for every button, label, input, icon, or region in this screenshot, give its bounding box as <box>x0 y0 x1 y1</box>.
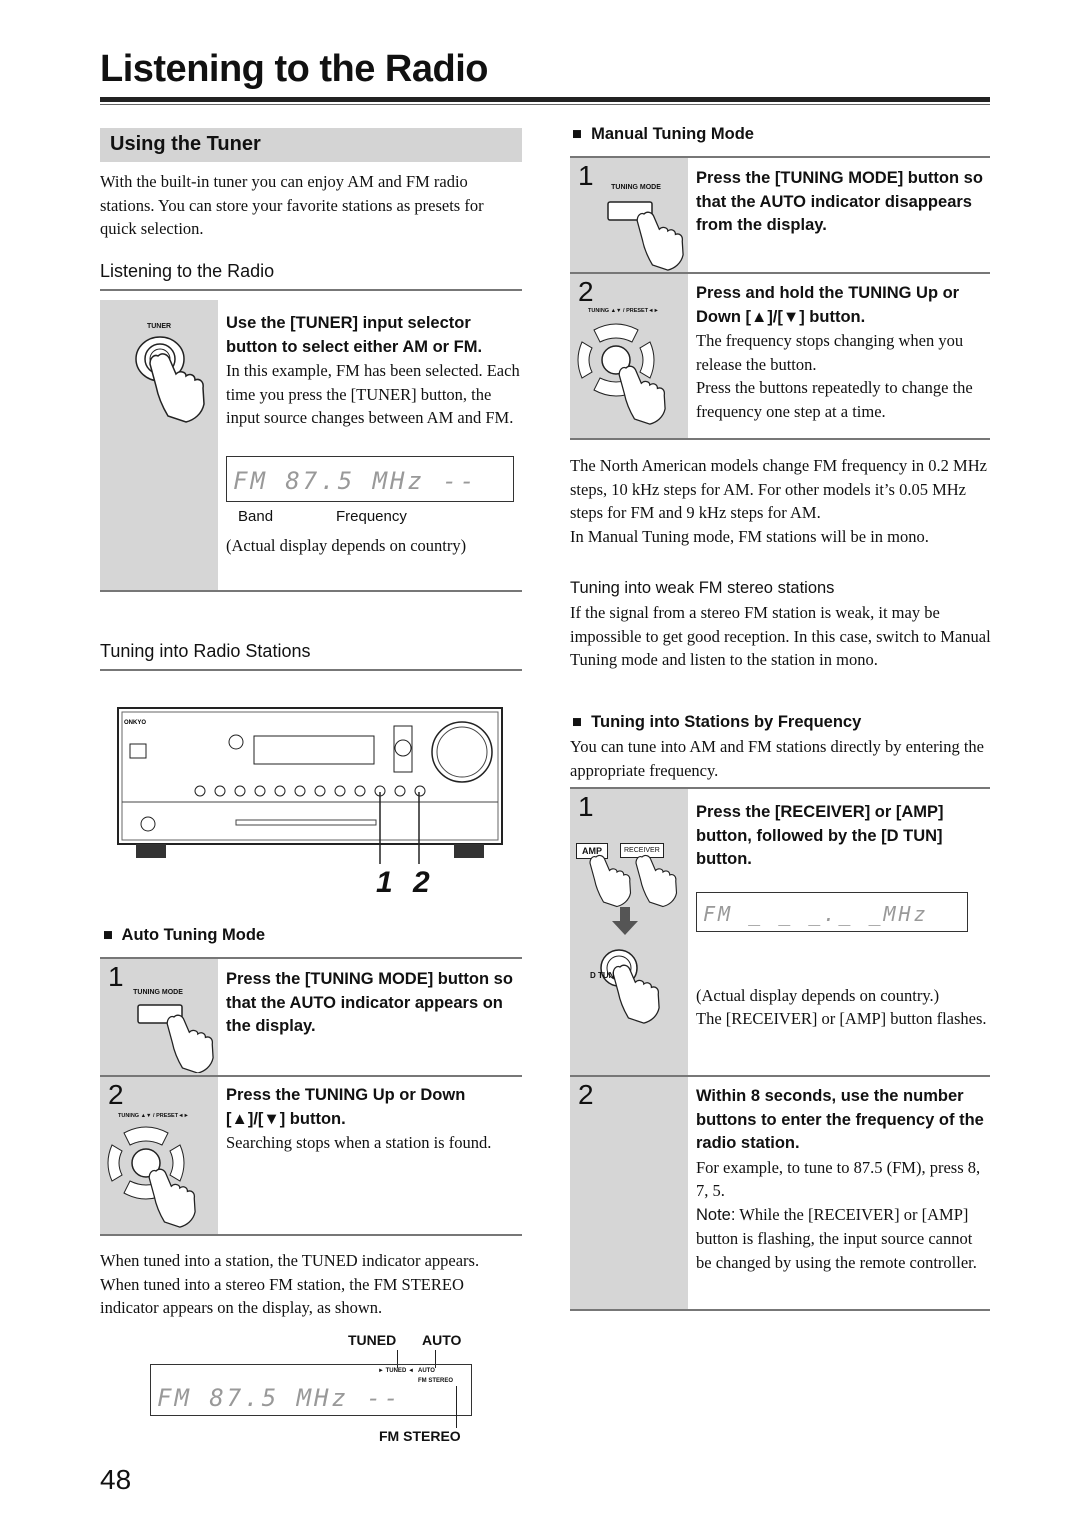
tuned-callout: TUNED <box>348 1332 397 1348</box>
frequency-tuning-intro: You can tune into AM and FM stations dir… <box>570 737 984 780</box>
step-number: 1 <box>578 160 594 191</box>
step-number: 2 <box>578 1079 594 1110</box>
tuning-preset-label: TUNING ▲▼ / PRESET◄► <box>118 1113 189 1119</box>
step-instruction: Use the [TUNER] input selector button to… <box>226 314 483 356</box>
step-instruction: Press the TUNING Up or Down [▲]/[▼] butt… <box>226 1086 466 1128</box>
callout-numbers: 1 2 <box>376 866 436 899</box>
divider <box>100 289 522 291</box>
page-number: 48 <box>100 1464 132 1495</box>
tuned-indicator-text: When tuned into a station, the TUNED ind… <box>100 1251 480 1317</box>
tuning-dpad-icon <box>577 323 666 425</box>
step-text: Searching stops when a station is found. <box>226 1133 492 1152</box>
tuner-button-label: TUNER <box>146 323 172 330</box>
tuner-button-icon <box>135 336 205 423</box>
tuning-mode-button-icon <box>607 201 684 271</box>
step-instruction: Press the [TUNING MODE] button so that t… <box>226 970 513 1035</box>
receiver-front-panel-image: ONKYO <box>117 707 503 864</box>
note-body: While the [RECEIVER] or [AMP] button is … <box>696 1204 977 1272</box>
note-text: Note: While the [RECEIVER] or [AMP] butt… <box>696 1203 990 1275</box>
step-number: 2 <box>578 276 594 307</box>
auto-callout: AUTO <box>422 1332 462 1348</box>
manual-tuning-heading-text: Manual Tuning Mode <box>591 125 754 143</box>
button-press-illustration <box>589 854 678 1024</box>
manual-tuning-heading: ■ Manual Tuning Mode <box>572 125 754 143</box>
title-rule <box>100 97 990 102</box>
subheading-listening: Listening to the Radio <box>100 261 275 281</box>
fm-stereo-callout: FM STEREO <box>379 1428 461 1444</box>
step-instruction: Within 8 seconds, use the number buttons… <box>696 1087 984 1152</box>
step-instruction: Press the [TUNING MODE] button so that t… <box>696 169 983 234</box>
section-title: Using the Tuner <box>100 128 522 162</box>
step-number: 1 <box>578 791 594 822</box>
step-number: 2 <box>108 1079 124 1110</box>
tuning-dpad-icon <box>107 1126 196 1228</box>
auto-tuning-heading-text: Auto Tuning Mode <box>121 926 266 944</box>
frequency-label: Frequency <box>336 507 407 525</box>
display-note: (Actual display depends on country) <box>226 535 467 555</box>
step-text: In this example, FM has been selected. E… <box>226 361 520 427</box>
display-readout: FM 87.5 MHz -- <box>226 455 514 502</box>
auto-indicator: AUTO <box>418 1368 435 1374</box>
band-label: Band <box>238 507 274 525</box>
intro-text: With the built-in tuner you can enjoy AM… <box>100 172 484 238</box>
manual-tuning-steps: 1 TUNING MODE Press the [TUNING MODE] bu… <box>570 156 990 440</box>
tuning-mode-label: TUNING MODE <box>133 989 183 996</box>
indicator-display-figure: TUNED AUTO FM 87.5 MHz -- ► TUNED ◄ AUTO… <box>150 1332 475 1447</box>
brand-logo: ONKYO <box>124 720 146 726</box>
tuning-mode-label: TUNING MODE <box>611 184 661 191</box>
step-instruction: Press and hold the TUNING Up or Down [▲]… <box>696 284 960 326</box>
step-size-note: The North American models change FM freq… <box>570 456 987 522</box>
note-label: Note: <box>696 1205 736 1224</box>
listening-step: TUNER Use the [TUNER] input selector but… <box>100 300 522 592</box>
fm-stereo-indicator: FM STEREO <box>418 1378 454 1384</box>
tuned-indicator: ► TUNED ◄ <box>378 1368 414 1374</box>
step-instruction: Press the [RECEIVER] or [AMP] button, fo… <box>696 803 944 868</box>
step-text: The frequency stops changing when you re… <box>696 331 964 374</box>
divider <box>100 669 522 671</box>
tuning-preset-label: TUNING ▲▼ / PRESET◄► <box>588 308 659 314</box>
weak-fm-heading: Tuning into weak FM stereo stations <box>570 579 835 597</box>
direct-tuning-display: FM _ _ _._ _MHz <box>696 891 968 932</box>
auto-tuning-heading: ■ Auto Tuning Mode <box>103 926 266 944</box>
step-text: For example, to tune to 87.5 (FM), press… <box>696 1157 981 1201</box>
dtun-label: D TUN <box>590 971 615 980</box>
step-illustration: TUNER <box>100 300 218 590</box>
frequency-tuning-heading-text: Tuning into Stations by Frequency <box>591 713 862 731</box>
mono-note: In Manual Tuning mode, FM stations will … <box>570 527 929 546</box>
title-rule-thin <box>100 104 990 105</box>
auto-tuning-steps: 1 TUNING MODE Press the [TUNING MODE] bu… <box>100 957 522 1236</box>
step-number: 1 <box>108 961 124 992</box>
page-title: Listening to the Radio <box>100 48 488 90</box>
frequency-tuning-steps: 1 AMP RECEIVER D TUN Press the [RECEIVER… <box>570 787 990 1311</box>
display-note: (Actual display depends on country.) <box>696 985 940 1005</box>
subheading-tuning: Tuning into Radio Stations <box>100 641 311 661</box>
tuning-mode-button-icon <box>137 1004 214 1073</box>
step-text: The [RECEIVER] or [AMP] button flashes. <box>696 1009 987 1028</box>
step-text: Press the buttons repeatedly to change t… <box>696 378 973 421</box>
frequency-tuning-heading: ■ Tuning into Stations by Frequency <box>572 713 862 731</box>
weak-fm-text: If the signal from a stereo FM station i… <box>570 603 991 669</box>
